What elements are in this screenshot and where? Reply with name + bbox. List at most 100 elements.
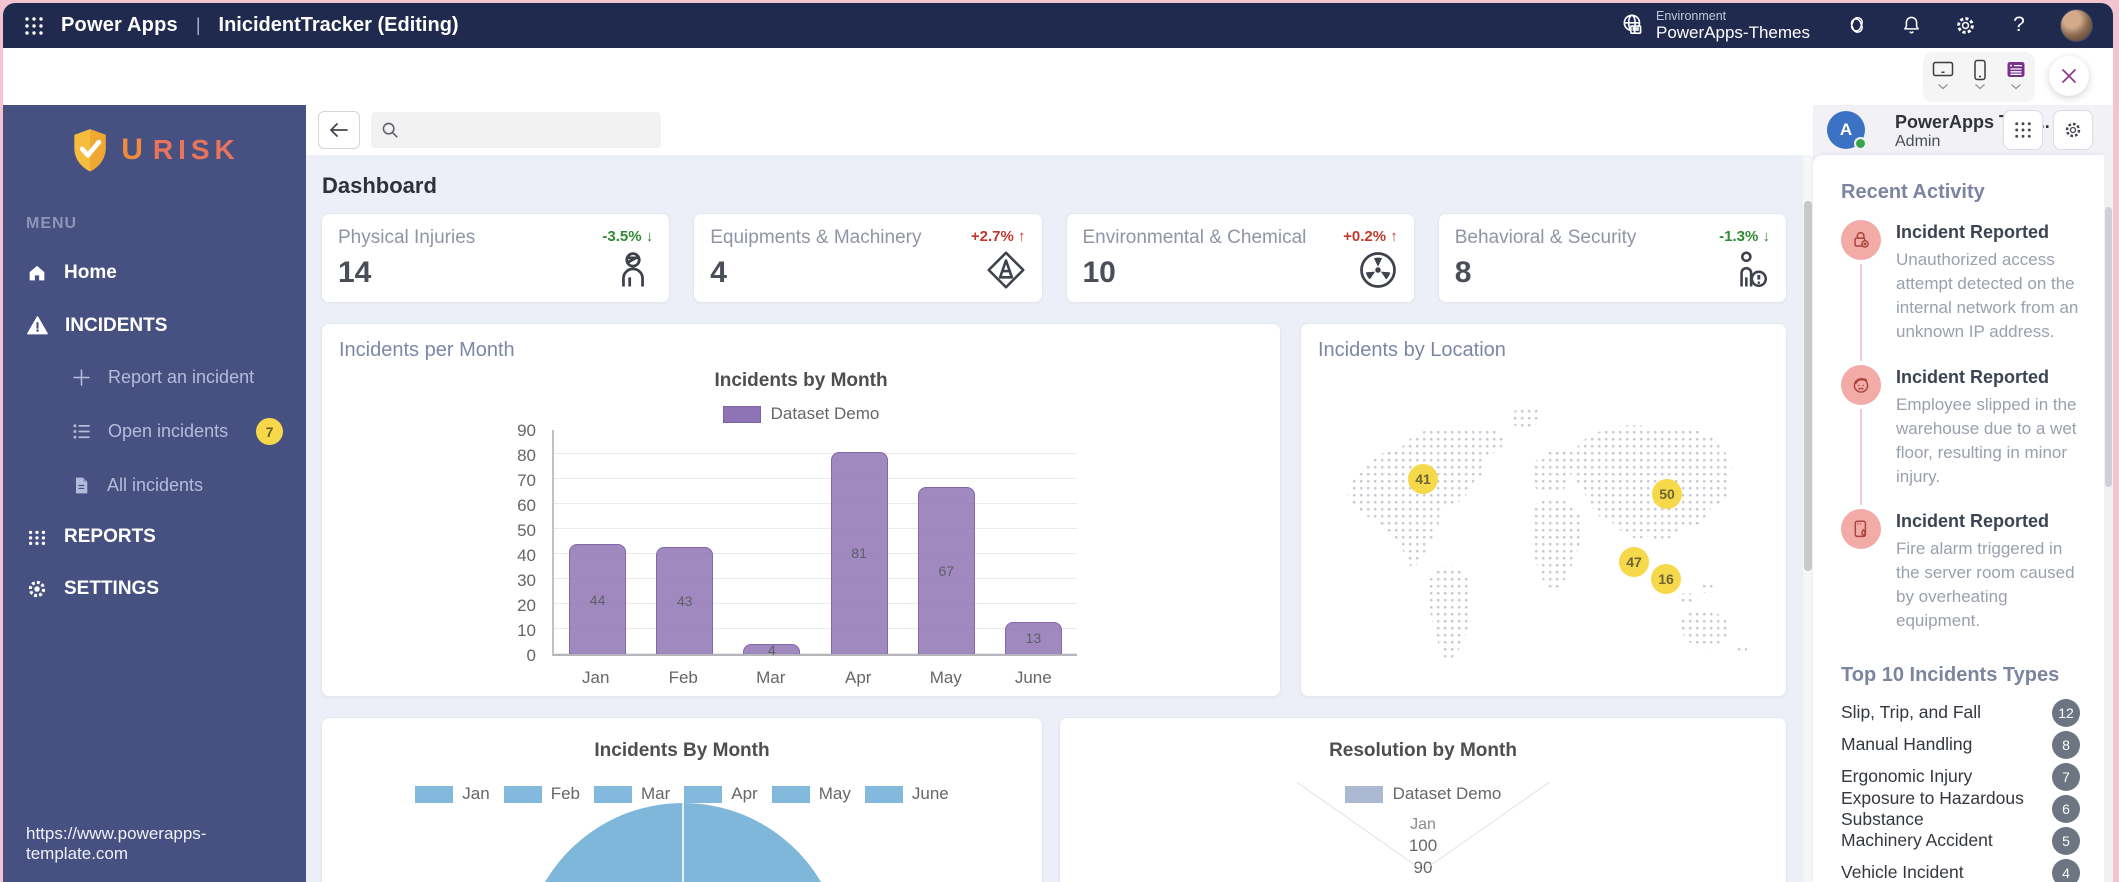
pie-legend-item[interactable]: June: [864, 784, 949, 804]
bar-chart-x-axis: Jan Feb Mar Apr May June: [552, 668, 1077, 688]
app-launcher-waffle-icon[interactable]: [23, 15, 45, 37]
activity-item[interactable]: Incident Reported Unauthorized access at…: [1841, 220, 2080, 365]
bar[interactable]: 67: [917, 486, 975, 654]
stat-card-equipments-machinery[interactable]: Equipments & Machinery +2.7% ↑ 4: [693, 213, 1043, 303]
close-preview-button[interactable]: [2049, 56, 2089, 96]
stat-change: +2.7% ↑: [970, 228, 1026, 245]
sidebar-item-home[interactable]: Home: [3, 247, 306, 299]
bar-chart-y-tick: 40: [517, 546, 536, 565]
main-scrollbar[interactable]: [1803, 155, 1813, 882]
stat-card-behavioral-security[interactable]: Behavioral & Security -1.3% ↓ 8: [1437, 213, 1787, 303]
radar-chart-title: Resolution by Month: [1329, 740, 1517, 761]
bar-chart-title: Incidents by Month: [714, 370, 888, 391]
scrollbar-thumb[interactable]: [2105, 207, 2112, 487]
sidebar-item-settings[interactable]: SETTINGS: [3, 563, 306, 615]
legend-swatch: [1344, 785, 1383, 803]
phone-preview-button[interactable]: [1972, 59, 1988, 90]
document-title[interactable]: InicidentTracker (Editing): [219, 14, 459, 37]
pie-chart: [523, 803, 843, 882]
bar[interactable]: 81: [830, 451, 888, 654]
online-status-dot: [1854, 137, 1867, 150]
top-incident-label: Vehicle Incident: [1841, 862, 1964, 882]
legend-label: Apr: [731, 784, 758, 803]
search-input[interactable]: [407, 120, 651, 140]
injury-face-icon: [1841, 364, 1881, 405]
map-marker[interactable]: 41: [1408, 464, 1438, 494]
bar[interactable]: 43: [656, 546, 714, 654]
app-title[interactable]: Power Apps: [61, 14, 178, 37]
bar[interactable]: 44: [569, 544, 627, 654]
bar-slot: 43: [641, 430, 728, 654]
desktop-preview-button[interactable]: [1931, 59, 1955, 90]
bar[interactable]: 13: [1004, 621, 1062, 654]
machinery-cone-icon: [984, 248, 1028, 292]
pie-legend-item[interactable]: Feb: [503, 784, 580, 804]
help-icon[interactable]: ?: [2006, 12, 2032, 38]
stat-card-environmental-chemical[interactable]: Environmental & Chemical +0.2% ↑ 10: [1065, 213, 1415, 303]
search-box[interactable]: [371, 112, 661, 148]
panel-settings-button[interactable]: [2053, 110, 2093, 150]
map-marker-value: 47: [1626, 554, 1642, 570]
footer-url[interactable]: https://www.powerapps-template.com: [26, 824, 306, 864]
top-incident-count-badge: 7: [2052, 762, 2080, 791]
sidebar-item-open-incidents[interactable]: Open incidents 7: [3, 403, 306, 460]
pie-legend-item[interactable]: Mar: [593, 784, 670, 804]
admin-avatar[interactable]: A: [1827, 111, 1867, 150]
sidebar-item-incidents[interactable]: INCIDENTS: [3, 299, 306, 352]
top-incident-row: Manual Handling 8: [1841, 729, 2080, 761]
settings-gear-icon[interactable]: [1952, 12, 1978, 38]
bar-chart-y-tick: 80: [517, 446, 536, 465]
environment-label: Environment: [1655, 8, 1727, 23]
back-button[interactable]: [318, 111, 360, 149]
activity-title: Incident Reported: [1896, 222, 2050, 242]
incidents-by-month-pie-card: Incidents By Month Jan Feb Mar Apr May June: [321, 717, 1043, 882]
pie-legend-item[interactable]: Jan: [415, 784, 490, 804]
stat-card-physical-injuries[interactable]: Physical Injuries -3.5% ↓ 14: [321, 213, 671, 303]
copilot-icon[interactable]: [1844, 12, 1870, 38]
back-arrow-icon: [329, 123, 348, 137]
bar-chart-legend[interactable]: Dataset Demo: [322, 404, 1280, 424]
top-incidents-list: Slip, Trip, and Fall 12 Manual Handling 8 Er…: [1841, 697, 2080, 882]
shield-check-icon: [74, 129, 106, 172]
map-marker[interactable]: 16: [1651, 564, 1681, 594]
bar[interactable]: 4: [743, 642, 801, 658]
top-incidents-title: Top 10 Incidents Types: [1841, 663, 2060, 686]
top-incident-label: Machinery Accident: [1841, 830, 1993, 850]
incidents-by-location-card: Incidents by Location 41 50 47 16: [1300, 323, 1787, 697]
tablet-preview-button-selected[interactable]: [2005, 59, 2027, 90]
pie-legend-item[interactable]: May: [771, 784, 851, 804]
recent-activity-title: Recent Activity: [1841, 181, 1985, 203]
map-marker[interactable]: 50: [1652, 479, 1682, 509]
sidebar-item-all-incidents[interactable]: All incidents: [3, 460, 306, 511]
activity-title: Incident Reported: [1896, 511, 2050, 531]
activity-description: Unauthorized access attempt detected on …: [1896, 250, 2079, 342]
map-marker[interactable]: 47: [1619, 547, 1649, 577]
pie-legend-item[interactable]: Apr: [684, 784, 758, 804]
legend-swatch: [722, 405, 761, 423]
radar-chart-legend[interactable]: Dataset Demo: [1060, 784, 1786, 804]
sidebar-item-label: INCIDENTS: [65, 314, 168, 336]
right-panel-scrollbar[interactable]: [2104, 155, 2113, 882]
panel-apps-button[interactable]: [2003, 110, 2043, 150]
page-title: Dashboard: [322, 173, 437, 198]
legend-label: June: [911, 784, 949, 803]
sidebar-item-report-incident[interactable]: Report an incident: [3, 352, 306, 403]
logo-text-risk: RISK: [152, 134, 240, 165]
map-marker-value: 16: [1658, 571, 1674, 587]
bar-chart-x-tick: Jan: [582, 668, 610, 687]
preview-toolbar: [3, 48, 2113, 105]
notifications-bell-icon[interactable]: [1898, 12, 1924, 38]
environment-picker[interactable]: Environment PowerApps-Themes: [1620, 9, 1810, 43]
charts-row: Incidents per Month Incidents by Month D…: [321, 323, 1787, 697]
stat-value: 14: [338, 256, 372, 289]
user-avatar[interactable]: [2060, 8, 2093, 42]
sidebar-item-label: SETTINGS: [64, 578, 160, 599]
stat-value: 4: [710, 256, 727, 289]
bar-chart-x-tick: May: [929, 668, 962, 687]
scrollbar-thumb[interactable]: [1804, 201, 1812, 571]
activity-item[interactable]: Incident Reported Employee slipped in th…: [1841, 364, 2080, 510]
sidebar-item-label: REPORTS: [64, 526, 156, 547]
top-incident-label: Ergonomic Injury: [1841, 766, 1973, 786]
sidebar-item-reports[interactable]: REPORTS: [3, 511, 306, 563]
activity-item[interactable]: Incident Reported Fire alarm triggered i…: [1841, 509, 2080, 654]
